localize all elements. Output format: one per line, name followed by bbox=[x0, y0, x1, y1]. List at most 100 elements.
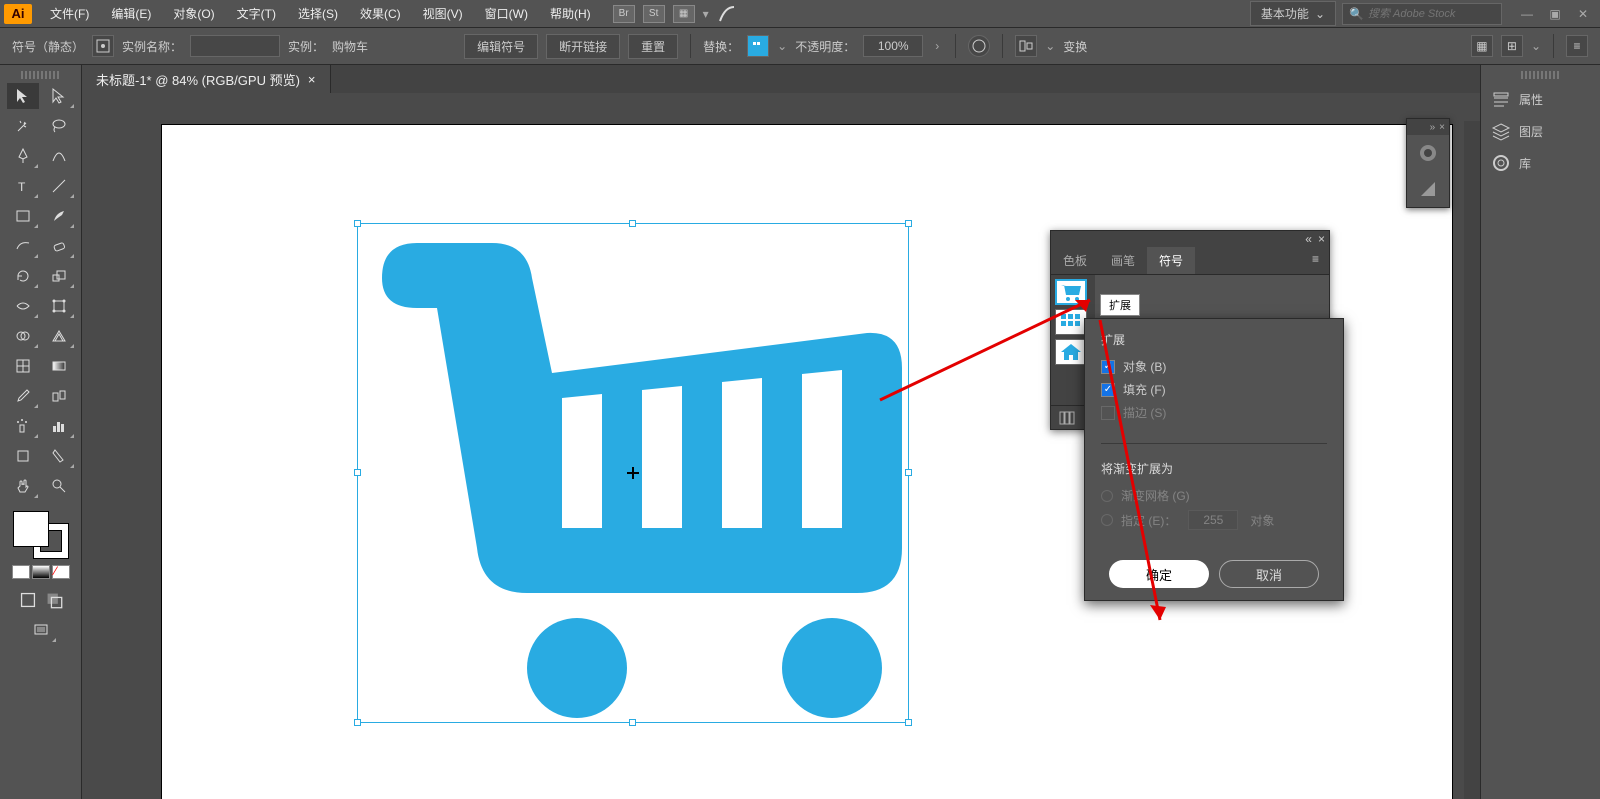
graph-tool[interactable] bbox=[43, 413, 75, 439]
hand-tool[interactable] bbox=[7, 473, 39, 499]
symbol-thumb-grid[interactable] bbox=[1055, 309, 1087, 335]
symbols-tab[interactable]: 符号 bbox=[1147, 247, 1195, 274]
align-icon[interactable] bbox=[1015, 35, 1037, 57]
floating-color-panel[interactable]: »× bbox=[1406, 118, 1450, 208]
close-icon[interactable]: × bbox=[1439, 122, 1445, 133]
gradient-tool[interactable] bbox=[43, 353, 75, 379]
menu-window[interactable]: 窗口(W) bbox=[475, 1, 538, 26]
search-stock[interactable]: 🔍 bbox=[1342, 3, 1502, 25]
arrange-icon[interactable]: ▦ bbox=[673, 5, 695, 23]
reset-button[interactable]: 重置 bbox=[628, 34, 678, 59]
dropdown-icon[interactable]: ▾ bbox=[703, 7, 709, 21]
none-mode[interactable]: ⁄ bbox=[52, 565, 70, 579]
gradient-mode[interactable] bbox=[32, 565, 50, 579]
fill-swatch[interactable] bbox=[13, 511, 49, 547]
edit-symbol-button[interactable]: 编辑符号 bbox=[464, 34, 538, 59]
chevron-down-icon[interactable]: ⌄ bbox=[777, 39, 787, 53]
selection-bounding-box[interactable] bbox=[357, 223, 909, 723]
panel-menu-icon[interactable]: ≡ bbox=[1566, 35, 1588, 57]
recolor-icon[interactable] bbox=[968, 35, 990, 57]
chevron-down-icon[interactable]: ⌄ bbox=[1045, 39, 1055, 53]
layers-panel-tab[interactable]: 图层 bbox=[1481, 115, 1600, 147]
direct-selection-tool[interactable] bbox=[43, 83, 75, 109]
selection-tool[interactable] bbox=[7, 83, 39, 109]
draw-behind[interactable] bbox=[42, 589, 66, 611]
free-transform-tool[interactable] bbox=[43, 293, 75, 319]
pen-tool[interactable] bbox=[7, 143, 39, 169]
replace-symbol-thumb[interactable] bbox=[747, 35, 769, 57]
workspace-switcher[interactable]: 基本功能 ⌄ bbox=[1250, 1, 1336, 26]
symbol-registration-icon[interactable] bbox=[92, 35, 114, 57]
fill-checkbox[interactable]: 填充 (F) bbox=[1101, 381, 1327, 398]
properties-panel-tab[interactable]: 属性 bbox=[1481, 83, 1600, 115]
menu-object[interactable]: 对象(O) bbox=[163, 1, 224, 26]
libraries-panel-tab[interactable]: 库 bbox=[1481, 147, 1600, 179]
type-tool[interactable]: T bbox=[7, 173, 39, 199]
fill-stroke-swatches[interactable] bbox=[13, 511, 69, 559]
perspective-tool[interactable] bbox=[43, 323, 75, 349]
gpu-icon[interactable] bbox=[717, 4, 737, 24]
symbol-library-icon[interactable] bbox=[1057, 409, 1077, 427]
panel-handle[interactable] bbox=[21, 71, 61, 79]
eyedropper-tool[interactable] bbox=[7, 383, 39, 409]
instance-name-input[interactable] bbox=[190, 35, 280, 57]
color-guide-icon[interactable] bbox=[1407, 171, 1449, 207]
collapse-icon[interactable]: « bbox=[1305, 232, 1312, 246]
symbol-thumb-cart[interactable] bbox=[1055, 279, 1087, 305]
ok-button[interactable]: 确定 bbox=[1109, 560, 1209, 588]
close-icon[interactable]: × bbox=[1318, 232, 1325, 246]
eraser-tool[interactable] bbox=[43, 233, 75, 259]
artboard-tool[interactable] bbox=[7, 443, 39, 469]
slice-tool[interactable] bbox=[43, 443, 75, 469]
symbol-sprayer-tool[interactable] bbox=[7, 413, 39, 439]
break-link-button[interactable]: 断开链接 bbox=[546, 34, 620, 59]
menu-type[interactable]: 文字(T) bbox=[227, 1, 286, 26]
search-input[interactable] bbox=[1368, 8, 1495, 20]
shaper-tool[interactable] bbox=[7, 233, 39, 259]
draw-normal[interactable] bbox=[16, 589, 40, 611]
transform-label[interactable]: 变换 bbox=[1063, 38, 1087, 55]
width-tool[interactable] bbox=[7, 293, 39, 319]
curvature-tool[interactable] bbox=[43, 143, 75, 169]
screen-mode[interactable] bbox=[25, 617, 57, 643]
menu-view[interactable]: 视图(V) bbox=[413, 1, 473, 26]
menu-effect[interactable]: 效果(C) bbox=[350, 1, 411, 26]
maximize-button[interactable]: ▣ bbox=[1542, 4, 1568, 24]
menu-file[interactable]: 文件(F) bbox=[40, 1, 99, 26]
setup-icon[interactable]: ▦ bbox=[1471, 35, 1493, 57]
chevron-right-icon[interactable]: › bbox=[935, 39, 939, 53]
color-mode[interactable] bbox=[12, 565, 30, 579]
rectangle-tool[interactable] bbox=[7, 203, 39, 229]
panel-menu-icon[interactable]: ≡ bbox=[1302, 247, 1329, 274]
stock-icon[interactable]: St bbox=[643, 5, 665, 23]
blend-tool[interactable] bbox=[43, 383, 75, 409]
menu-help[interactable]: 帮助(H) bbox=[540, 1, 601, 26]
close-tab-icon[interactable]: × bbox=[308, 72, 316, 87]
cancel-button[interactable]: 取消 bbox=[1219, 560, 1319, 588]
preferences-icon[interactable]: ⊞ bbox=[1501, 35, 1523, 57]
minimize-button[interactable]: — bbox=[1514, 4, 1540, 24]
object-checkbox[interactable]: 对象 (B) bbox=[1101, 358, 1327, 375]
zoom-tool[interactable] bbox=[43, 473, 75, 499]
menu-select[interactable]: 选择(S) bbox=[288, 1, 348, 26]
line-tool[interactable] bbox=[43, 173, 75, 199]
paintbrush-tool[interactable] bbox=[43, 203, 75, 229]
magic-wand-tool[interactable] bbox=[7, 113, 39, 139]
scale-tool[interactable] bbox=[43, 263, 75, 289]
color-wheel-icon[interactable] bbox=[1407, 135, 1449, 171]
opacity-value[interactable]: 100% bbox=[863, 35, 923, 57]
mesh-tool[interactable] bbox=[7, 353, 39, 379]
brushes-tab[interactable]: 画笔 bbox=[1099, 247, 1147, 274]
document-tab[interactable]: 未标题-1* @ 84% (RGB/GPU 预览) × bbox=[82, 65, 331, 93]
swatches-tab[interactable]: 色板 bbox=[1051, 247, 1099, 274]
symbol-thumb-home[interactable] bbox=[1055, 339, 1087, 365]
collapse-icon[interactable]: » bbox=[1430, 122, 1436, 133]
chevron-down-icon[interactable]: ⌄ bbox=[1531, 39, 1541, 53]
bridge-icon[interactable]: Br bbox=[613, 5, 635, 23]
shape-builder-tool[interactable] bbox=[7, 323, 39, 349]
close-button[interactable]: ✕ bbox=[1570, 4, 1596, 24]
vertical-scrollbar[interactable] bbox=[1464, 121, 1480, 799]
panel-handle[interactable] bbox=[1521, 71, 1561, 79]
menu-edit[interactable]: 编辑(E) bbox=[101, 1, 161, 26]
lasso-tool[interactable] bbox=[43, 113, 75, 139]
